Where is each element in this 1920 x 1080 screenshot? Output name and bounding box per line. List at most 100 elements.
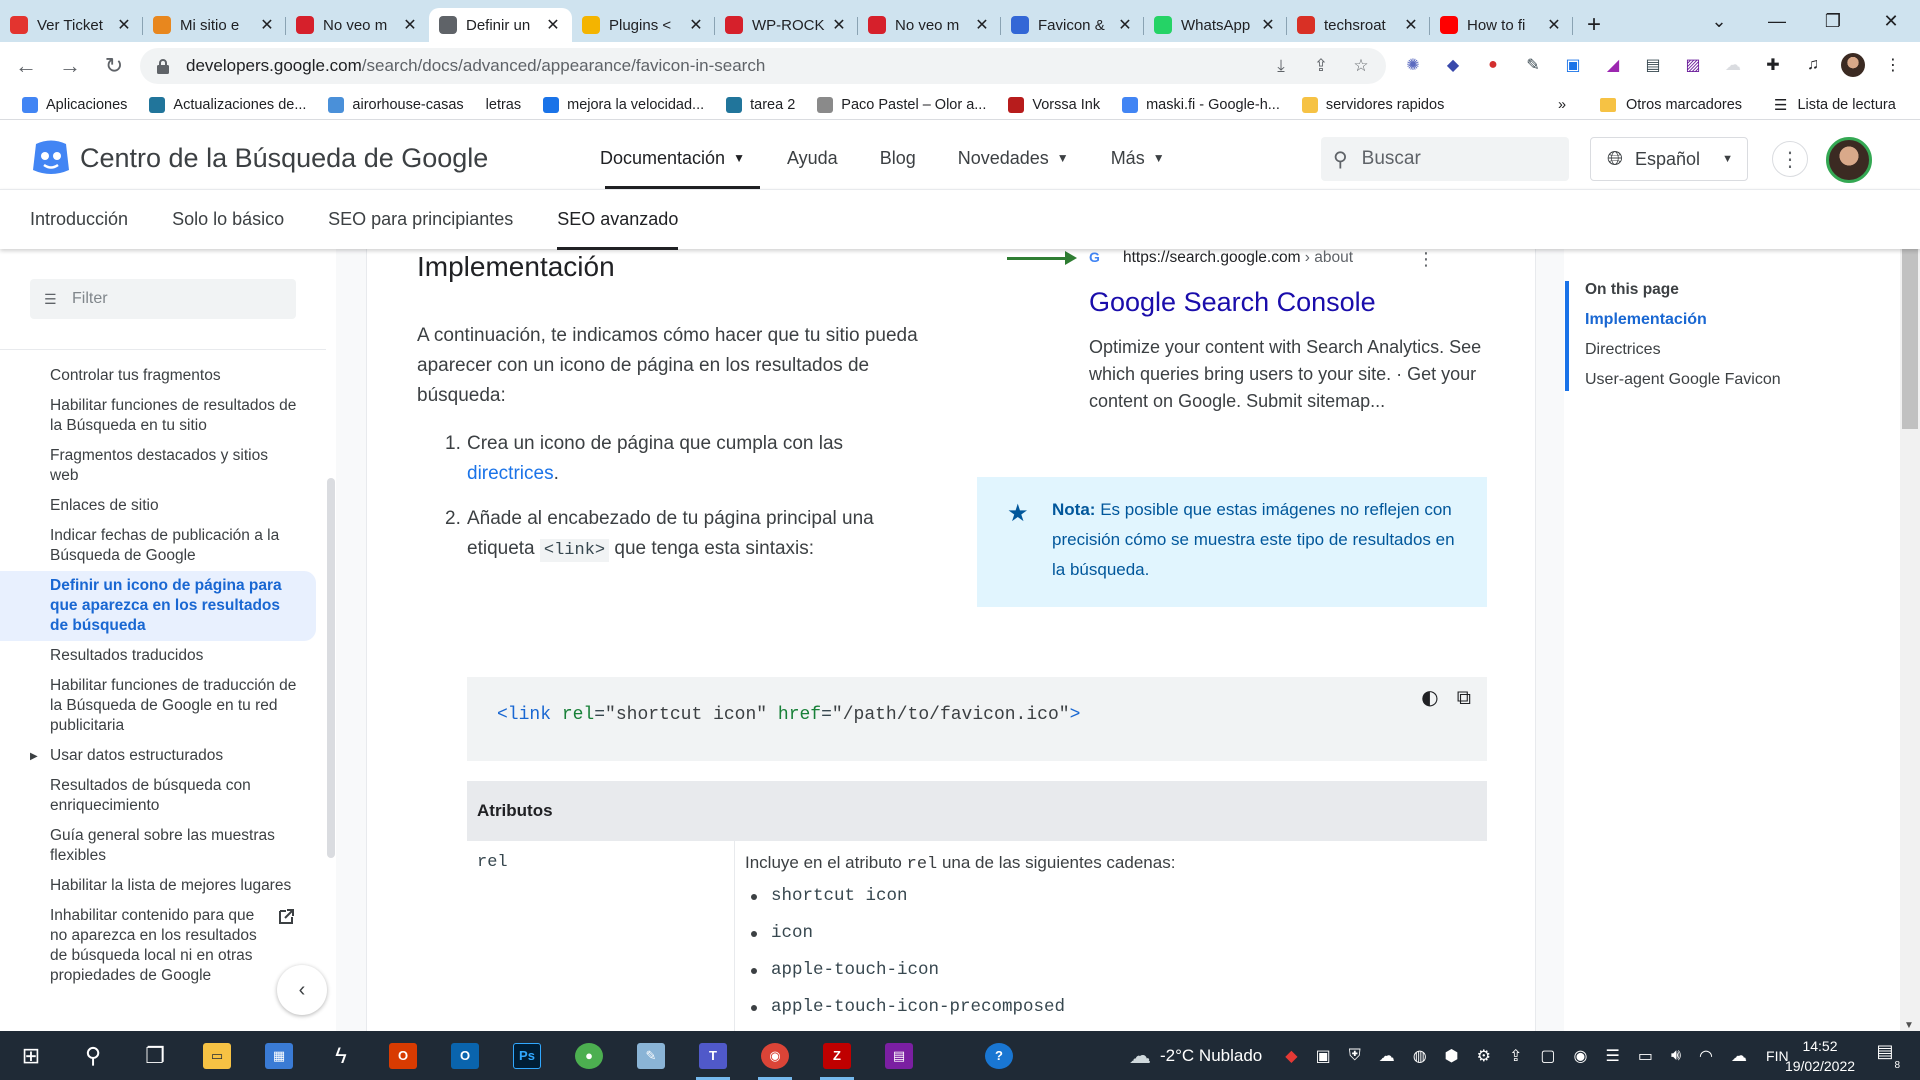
bookmark-item[interactable]: Paco Pastel – Olor a...: [817, 96, 986, 113]
section-tab[interactable]: Introducción: [30, 190, 128, 250]
filter-input[interactable]: ☰ Filter: [30, 279, 296, 319]
sidebar-item[interactable]: Resultados traducidos: [0, 641, 316, 671]
dark-mode-toggle-icon[interactable]: ◐: [1421, 685, 1438, 709]
close-tab-icon[interactable]: ✕: [1259, 15, 1277, 35]
clock[interactable]: 14:52 19/02/2022: [1765, 1036, 1875, 1076]
site-search-input[interactable]: ⚲ Buscar: [1321, 137, 1569, 181]
browser-tab[interactable]: How to fi ✕: [1430, 8, 1573, 42]
tray-chat-icon[interactable]: ☰: [1605, 1046, 1619, 1066]
tray-record-icon[interactable]: ◉: [1574, 1046, 1588, 1066]
bookmark-star-icon[interactable]: ☆: [1350, 55, 1372, 77]
tray-network-icon[interactable]: ◍: [1413, 1046, 1427, 1066]
bookmark-item[interactable]: Aplicaciones: [22, 96, 127, 113]
copy-icon[interactable]: ⧉: [1457, 685, 1471, 709]
tray-teams-icon[interactable]: ⬢: [1445, 1046, 1459, 1066]
tray-monitor-icon[interactable]: ▢: [1540, 1046, 1555, 1066]
sidebar-item[interactable]: Habilitar funciones de resultados de la …: [0, 391, 316, 441]
avatar[interactable]: [1826, 137, 1872, 183]
more-options-icon[interactable]: ⋮: [1772, 141, 1808, 177]
store-icon[interactable]: ▦: [248, 1031, 310, 1080]
sidebar-item[interactable]: Guía general sobre las muestras flexible…: [0, 821, 316, 871]
tray-upload-icon[interactable]: ⇪: [1509, 1046, 1522, 1066]
sidebar-item[interactable]: Fragmentos destacados y sitios web: [0, 441, 316, 491]
tab-search-icon[interactable]: ⌄: [1690, 0, 1748, 42]
file-explorer-icon[interactable]: ▭: [186, 1031, 248, 1080]
search-icon[interactable]: ⚲: [62, 1031, 124, 1080]
scroll-down-arrow-icon[interactable]: ▼: [1904, 1020, 1914, 1031]
extension-red-icon[interactable]: ●: [1480, 50, 1506, 80]
sidebar-item[interactable]: Indicar fechas de publicación a la Búsqu…: [0, 521, 316, 571]
forward-button[interactable]: →: [52, 48, 88, 84]
teams-icon[interactable]: T: [682, 1031, 744, 1080]
other-bookmarks[interactable]: Otros marcadores: [1600, 90, 1742, 120]
tray-shield-icon[interactable]: ⛨: [1349, 1047, 1361, 1065]
notifications-icon[interactable]: ▤ 8: [1870, 1041, 1900, 1071]
browser-tab[interactable]: techsroat ✕: [1287, 8, 1430, 42]
extension-grad-icon[interactable]: ◆: [1440, 50, 1466, 80]
battery-icon[interactable]: ▭: [1638, 1046, 1653, 1066]
browser-tab[interactable]: Definir un ✕: [429, 8, 572, 42]
chrome-icon[interactable]: ◉: [744, 1031, 806, 1080]
toc-link-user-agent[interactable]: User-agent Google Favicon: [1585, 371, 1781, 389]
close-tab-icon[interactable]: ✕: [1116, 15, 1134, 35]
extension-cloud-icon[interactable]: ☁: [1720, 50, 1746, 80]
task-view-icon[interactable]: ❐: [124, 1031, 186, 1080]
weather-text[interactable]: -2°C Nublado: [1160, 1046, 1262, 1066]
toc-link-directrices[interactable]: Directrices: [1585, 341, 1661, 359]
bookmark-item[interactable]: Vorssa Ink: [1008, 96, 1100, 113]
browser-tab[interactable]: Favicon & ✕: [1001, 8, 1144, 42]
back-button[interactable]: ←: [8, 48, 44, 84]
reading-list[interactable]: ☰ Lista de lectura: [1774, 90, 1896, 120]
sidebar-item[interactable]: Definir un icono de página para que apar…: [0, 571, 316, 641]
bookmark-item[interactable]: servidores rapidos: [1301, 96, 1444, 113]
guidelines-link[interactable]: directrices: [467, 463, 554, 484]
section-tab[interactable]: SEO avanzado: [557, 190, 679, 250]
close-tab-icon[interactable]: ✕: [973, 15, 991, 35]
extension-purple-icon[interactable]: ◢: [1600, 50, 1626, 80]
maximize-button[interactable]: ❐: [1804, 0, 1862, 42]
extension-photo-icon[interactable]: ▨: [1680, 50, 1706, 80]
topnav-item[interactable]: Ayuda: [787, 127, 838, 189]
bolt-app-icon[interactable]: ϟ: [310, 1031, 372, 1080]
outlook-icon[interactable]: O: [434, 1031, 496, 1080]
bookmarks-overflow-button[interactable]: »: [1558, 90, 1566, 120]
page-scrollbar[interactable]: ▼: [1900, 249, 1920, 1031]
search-central-logo[interactable]: [30, 140, 72, 176]
language-select[interactable]: 🌐︎ Español ▼: [1590, 137, 1748, 181]
collapse-sidebar-button[interactable]: ‹: [277, 965, 327, 1015]
share-icon[interactable]: ⇪: [1310, 55, 1332, 77]
toc-link-implementacion[interactable]: Implementación: [1585, 311, 1707, 329]
sidebar-item[interactable]: Controlar tus fragmentos: [0, 361, 316, 391]
close-tab-icon[interactable]: ✕: [115, 15, 133, 35]
sidebar-item[interactable]: Habilitar la lista de mejores lugares: [0, 871, 316, 901]
bookmark-item[interactable]: letras: [486, 97, 521, 113]
tray-gear-icon[interactable]: ⚙: [1477, 1046, 1491, 1066]
expand-arrow-icon[interactable]: ▶: [30, 747, 38, 767]
notepad-icon[interactable]: ✎: [620, 1031, 682, 1080]
close-tab-icon[interactable]: ✕: [830, 15, 848, 35]
close-window-button[interactable]: ✕: [1862, 0, 1920, 42]
minimize-button[interactable]: —: [1748, 0, 1806, 42]
winrar-icon[interactable]: ▤: [868, 1031, 930, 1080]
browser-tab[interactable]: No veo m ✕: [286, 8, 429, 42]
sidebar-item[interactable]: Inhabilitar contenido para que no aparez…: [0, 901, 316, 991]
section-tab[interactable]: SEO para principiantes: [328, 190, 513, 250]
tray-adobe-icon[interactable]: ◆: [1285, 1046, 1297, 1066]
close-tab-icon[interactable]: ✕: [687, 15, 705, 35]
topnav-item[interactable]: Novedades ▼: [958, 127, 1069, 189]
bookmark-item[interactable]: airorhouse-casas: [328, 96, 464, 113]
topnav-item[interactable]: Blog: [880, 127, 916, 189]
bookmark-item[interactable]: Actualizaciones de...: [149, 96, 306, 113]
media-control-icon[interactable]: ♫: [1800, 50, 1826, 80]
install-icon[interactable]: ⤓: [1270, 55, 1292, 77]
extension-pen-icon[interactable]: ✎: [1520, 50, 1546, 80]
lock-icon[interactable]: [156, 58, 170, 74]
browser-tab[interactable]: Ver Ticket ✕: [0, 8, 143, 42]
topnav-item[interactable]: Documentación ▼: [600, 127, 760, 189]
extension-new-icon[interactable]: ▣: [1560, 50, 1586, 80]
browser-tab[interactable]: WhatsApp ✕: [1144, 8, 1287, 42]
filezilla-icon[interactable]: Z: [806, 1031, 868, 1080]
section-tab[interactable]: Solo lo básico: [172, 190, 284, 250]
tray-cloud-icon[interactable]: ☁: [1379, 1046, 1395, 1066]
address-bar[interactable]: developers.google.com/search/docs/advanc…: [140, 48, 1386, 84]
